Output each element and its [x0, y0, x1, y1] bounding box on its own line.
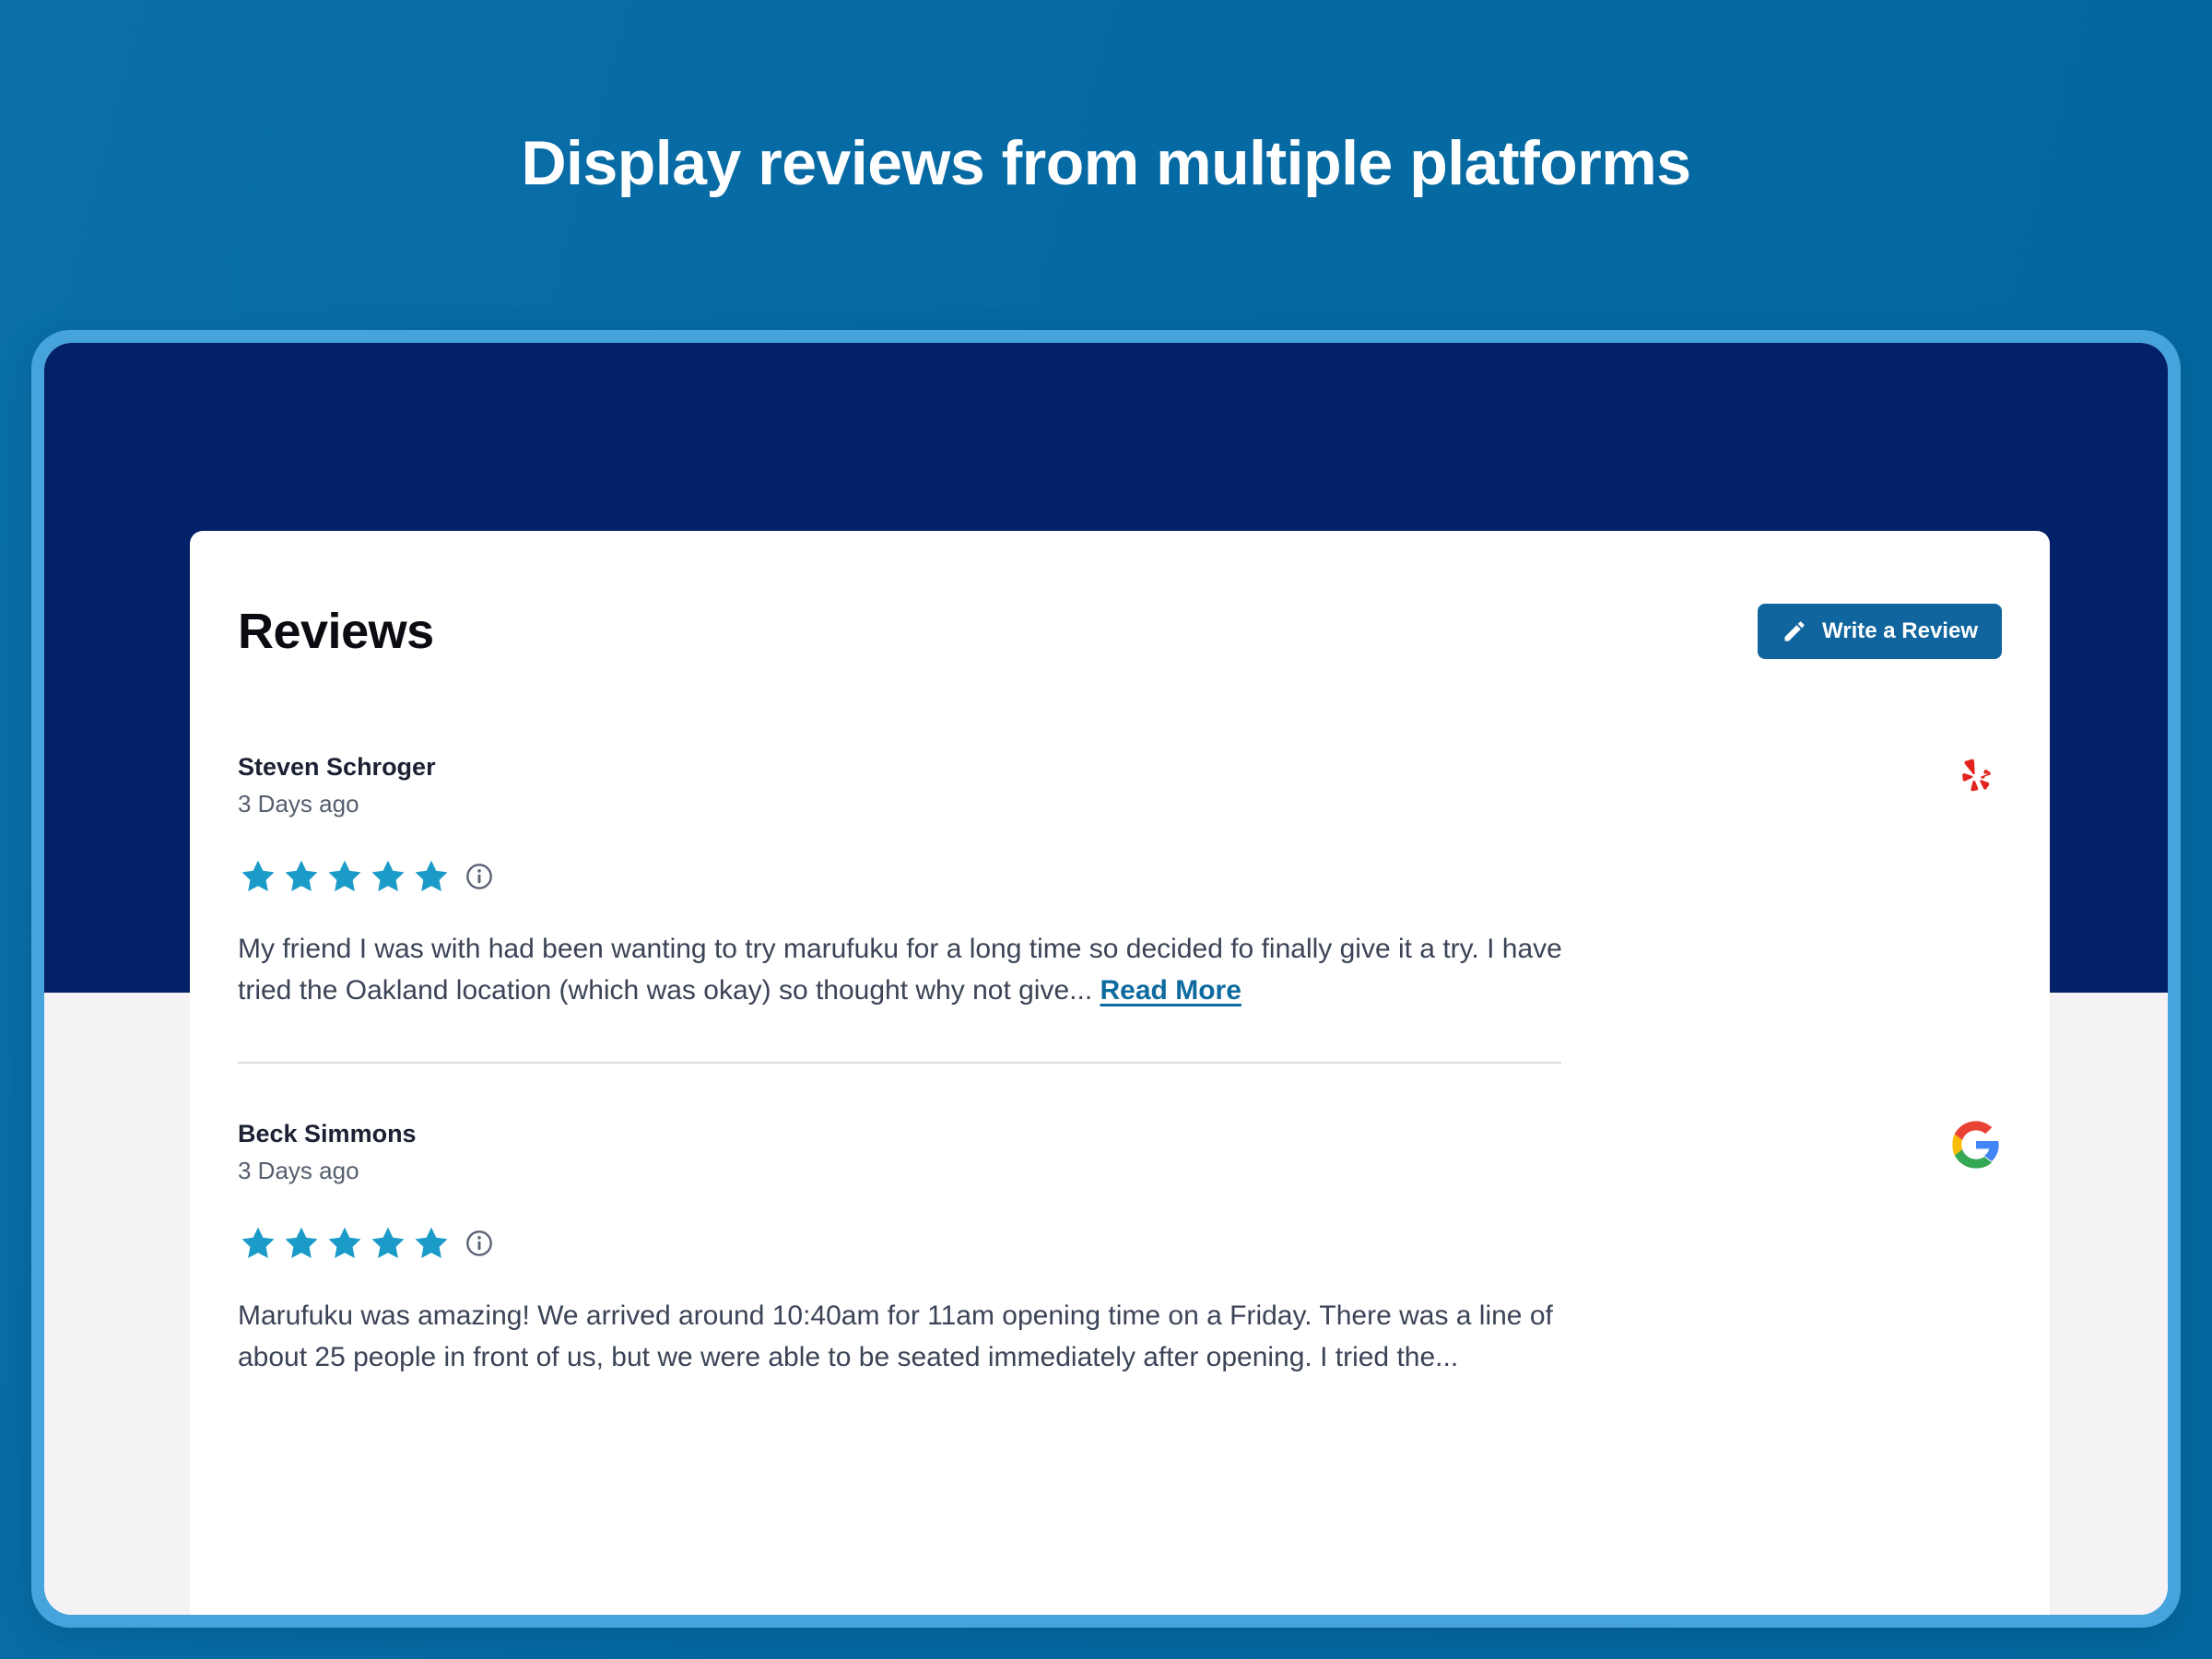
star-icon	[281, 856, 322, 897]
star-icon	[324, 856, 365, 897]
star-icon	[281, 1223, 322, 1264]
review-body: My friend I was with had been wanting to…	[238, 928, 1565, 1012]
page-headline: Display reviews from multiple platforms	[521, 128, 1691, 198]
page-title: Reviews	[238, 604, 434, 659]
review-body: Marufuku was amazing! We arrived around …	[238, 1295, 1565, 1379]
browser-mockup-frame: Reviews Write a Review Steven Schroger 3…	[31, 330, 2181, 1628]
rating-row	[238, 856, 2002, 897]
review-text: Marufuku was amazing! We arrived around …	[238, 1300, 1553, 1373]
review-text: My friend I was with had been wanting to…	[238, 933, 1562, 1006]
reviewer-info: Steven Schroger 3 Days ago	[238, 750, 436, 821]
review-item: Steven Schroger 3 Days ago My friend I w…	[238, 750, 2002, 1065]
reviews-list: Steven Schroger 3 Days ago My friend I w…	[238, 660, 2002, 1379]
star-icon	[324, 1223, 365, 1264]
star-icon	[238, 1223, 278, 1264]
reviews-card: Reviews Write a Review Steven Schroger 3…	[190, 531, 2050, 1615]
star-rating	[238, 1223, 452, 1264]
reviewer-name: Steven Schroger	[238, 753, 436, 781]
star-rating	[238, 856, 452, 897]
reviews-card-header: Reviews Write a Review	[238, 531, 2002, 660]
pencil-icon	[1782, 618, 1807, 644]
star-icon	[238, 856, 278, 897]
star-icon	[411, 856, 452, 897]
review-item: Beck Simmons 3 Days ago Marufuku was ama…	[238, 1064, 2002, 1379]
star-icon	[368, 856, 408, 897]
yelp-logo-icon	[1950, 750, 2002, 808]
review-header: Steven Schroger 3 Days ago	[238, 750, 2002, 821]
write-a-review-label: Write a Review	[1822, 618, 1978, 643]
reviewer-name: Beck Simmons	[238, 1120, 417, 1148]
info-circle-icon[interactable]	[465, 862, 494, 891]
google-logo-icon	[1950, 1117, 2002, 1175]
review-header: Beck Simmons 3 Days ago	[238, 1117, 2002, 1188]
read-more-link[interactable]: Read More	[1100, 975, 1241, 1006]
star-icon	[368, 1223, 408, 1264]
rating-row	[238, 1223, 2002, 1264]
reviewer-info: Beck Simmons 3 Days ago	[238, 1117, 417, 1188]
write-a-review-button[interactable]: Write a Review	[1758, 604, 2002, 659]
info-circle-icon[interactable]	[465, 1229, 494, 1258]
browser-viewport: Reviews Write a Review Steven Schroger 3…	[44, 343, 2168, 1615]
star-icon	[411, 1223, 452, 1264]
review-date: 3 Days ago	[238, 790, 359, 818]
review-date: 3 Days ago	[238, 1157, 359, 1185]
